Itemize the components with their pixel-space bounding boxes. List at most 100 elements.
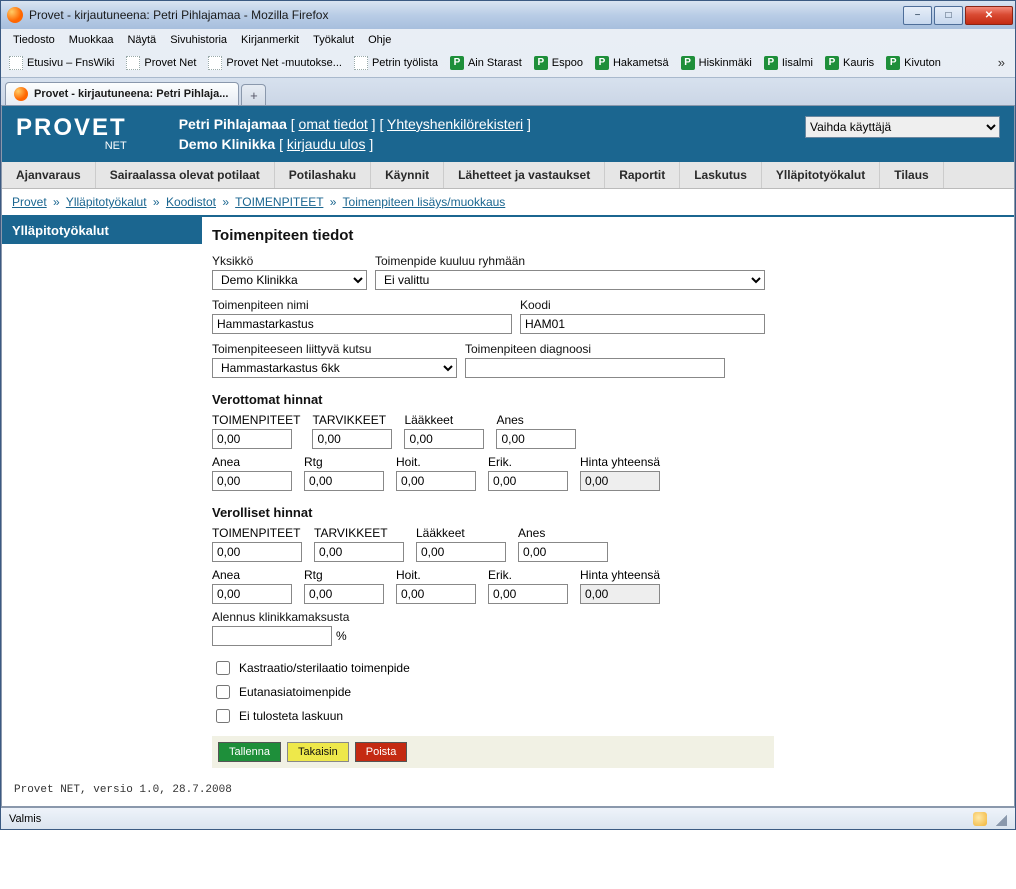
nav-raportit[interactable]: Raportit <box>605 162 680 188</box>
diag-input[interactable] <box>465 358 725 378</box>
bookmark-item[interactable]: Petrin työlista <box>350 54 442 72</box>
browser-menubar: Tiedosto Muokkaa Näytä Sivuhistoria Kirj… <box>1 29 1015 50</box>
vat-total <box>580 584 660 604</box>
vat-hoit[interactable] <box>396 584 476 604</box>
menu-history[interactable]: Sivuhistoria <box>164 32 233 48</box>
bookmark-label: Petrin työlista <box>372 57 438 69</box>
browser-tab[interactable]: Provet - kirjautuneena: Petri Pihlaja... <box>5 82 239 105</box>
new-tab-button[interactable]: + <box>241 84 266 105</box>
diag-label: Toimenpiteen diagnoosi <box>465 342 725 356</box>
label-vat-laakkeet: Lääkkeet <box>416 526 506 540</box>
provet-icon: P <box>681 56 695 70</box>
nav-ajanvaraus[interactable]: Ajanvaraus <box>2 162 96 188</box>
window-maximize-button[interactable]: □ <box>934 6 963 25</box>
discount-input[interactable] <box>212 626 332 646</box>
group-label: Toimenpide kuuluu ryhmään <box>375 254 765 268</box>
bookmark-item[interactable]: P Iisalmi <box>760 54 817 72</box>
window-minimize-button[interactable]: − <box>903 6 932 25</box>
own-info-link[interactable]: omat tiedot <box>299 116 368 132</box>
novat-laakkeet[interactable] <box>404 429 484 449</box>
label-vat-anea: Anea <box>212 568 292 582</box>
content: Toimenpiteen tiedot Yksikkö Demo Klinikk… <box>202 217 1014 776</box>
menu-help[interactable]: Ohje <box>362 32 397 48</box>
label-hoit: Hoit. <box>396 455 476 469</box>
novat-rtg[interactable] <box>304 471 384 491</box>
sidebar-heading: Ylläpitotyökalut <box>2 217 202 244</box>
nav-lahetteet[interactable]: Lähetteet ja vastaukset <box>444 162 605 188</box>
nav-sairaala[interactable]: Sairaalassa olevat potilaat <box>96 162 275 188</box>
button-bar: Tallenna Takaisin Poista <box>212 736 774 768</box>
bookmark-item[interactable]: PKauris <box>821 54 878 72</box>
novat-toimenpiteet[interactable] <box>212 429 292 449</box>
crumb-koodistot[interactable]: Koodistot <box>166 195 216 209</box>
crumb-yllapito[interactable]: Ylläpitotyökalut <box>66 195 147 209</box>
vat-anes[interactable] <box>518 542 608 562</box>
logout-link[interactable]: kirjaudu ulos <box>287 136 366 152</box>
contacts-link[interactable]: Yhteyshenkilörekisteri <box>387 116 523 132</box>
nav-yllapito[interactable]: Ylläpitotyökalut <box>762 162 880 188</box>
vat-erik[interactable] <box>488 584 568 604</box>
menu-bookmarks[interactable]: Kirjanmerkit <box>235 32 305 48</box>
crumb-toimenpiteet[interactable]: TOIMENPITEET <box>235 195 323 209</box>
novat-anea[interactable] <box>212 471 292 491</box>
bookmark-item[interactable]: PHiskinmäki <box>677 54 756 72</box>
label-erik: Erik. <box>488 455 568 469</box>
provet-icon: P <box>450 56 464 70</box>
vat-toimenpiteet[interactable] <box>212 542 302 562</box>
bookmark-label: Iisalmi <box>782 57 813 69</box>
window-close-button[interactable]: ✕ <box>965 6 1013 25</box>
save-button[interactable]: Tallenna <box>218 742 281 762</box>
bookmark-item[interactable]: Etusivu – FnsWiki <box>5 54 118 72</box>
user-name: Petri Pihlajamaa <box>179 116 287 132</box>
main-nav: Ajanvaraus Sairaalassa olevat potilaat P… <box>2 162 1014 189</box>
menu-edit[interactable]: Muokkaa <box>63 32 120 48</box>
chk-no-print[interactable] <box>216 709 230 723</box>
bookmark-item[interactable]: PHakametsä <box>591 54 673 72</box>
chk-euthanasia[interactable] <box>216 685 230 699</box>
label-vat-anes: Anes <box>518 526 608 540</box>
bookmark-item[interactable]: PAin Starast <box>446 54 526 72</box>
bookmark-label: Etusivu – FnsWiki <box>27 57 114 69</box>
vat-anea[interactable] <box>212 584 292 604</box>
menu-tools[interactable]: Työkalut <box>307 32 360 48</box>
bookmark-item[interactable]: Provet Net <box>122 54 200 72</box>
chk-castration[interactable] <box>216 661 230 675</box>
novat-tarvikkeet[interactable] <box>312 429 392 449</box>
nav-tilaus[interactable]: Tilaus <box>880 162 943 188</box>
back-button[interactable]: Takaisin <box>287 742 349 762</box>
novat-erik[interactable] <box>488 471 568 491</box>
crumb-provet[interactable]: Provet <box>12 195 47 209</box>
nav-kaynnit[interactable]: Käynnit <box>371 162 444 188</box>
section-novat: Verottomat hinnat <box>212 392 774 407</box>
status-script-icon[interactable] <box>973 812 987 826</box>
crumb-edit[interactable]: Toimenpiteen lisäys/muokkaus <box>343 195 506 209</box>
call-select[interactable]: Hammastarkastus 6kk <box>212 358 457 378</box>
provet-icon: P <box>764 56 778 70</box>
window-resize-grip[interactable] <box>993 812 1007 826</box>
name-input[interactable] <box>212 314 512 334</box>
switch-user-select[interactable]: Vaihda käyttäjä <box>805 116 1000 138</box>
bookmark-item[interactable]: PKivuton <box>882 54 945 72</box>
novat-hoit[interactable] <box>396 471 476 491</box>
vat-laakkeet[interactable] <box>416 542 506 562</box>
label-vat-tarvikkeet: TARVIKKEET <box>314 526 404 540</box>
group-select[interactable]: Ei valittu <box>375 270 765 290</box>
vat-rtg[interactable] <box>304 584 384 604</box>
bookmarks-overflow-button[interactable]: » <box>992 53 1011 72</box>
label-tarvikkeet: TARVIKKEET <box>312 413 392 427</box>
delete-button[interactable]: Poista <box>355 742 408 762</box>
menu-file[interactable]: Tiedosto <box>7 32 61 48</box>
nav-potilashaku[interactable]: Potilashaku <box>275 162 371 188</box>
unit-select[interactable]: Demo Klinikka <box>212 270 367 290</box>
sidebar: Ylläpitotyökalut <box>2 217 202 776</box>
app-logo: PROVET <box>16 116 127 140</box>
novat-anes[interactable] <box>496 429 576 449</box>
bookmark-item[interactable]: Provet Net -muutokse... <box>204 54 346 72</box>
bookmark-item[interactable]: PEspoo <box>530 54 587 72</box>
nav-laskutus[interactable]: Laskutus <box>680 162 762 188</box>
label-vat-erik: Erik. <box>488 568 568 582</box>
bookmark-label: Hakametsä <box>613 57 669 69</box>
code-input[interactable] <box>520 314 765 334</box>
vat-tarvikkeet[interactable] <box>314 542 404 562</box>
menu-view[interactable]: Näytä <box>121 32 162 48</box>
